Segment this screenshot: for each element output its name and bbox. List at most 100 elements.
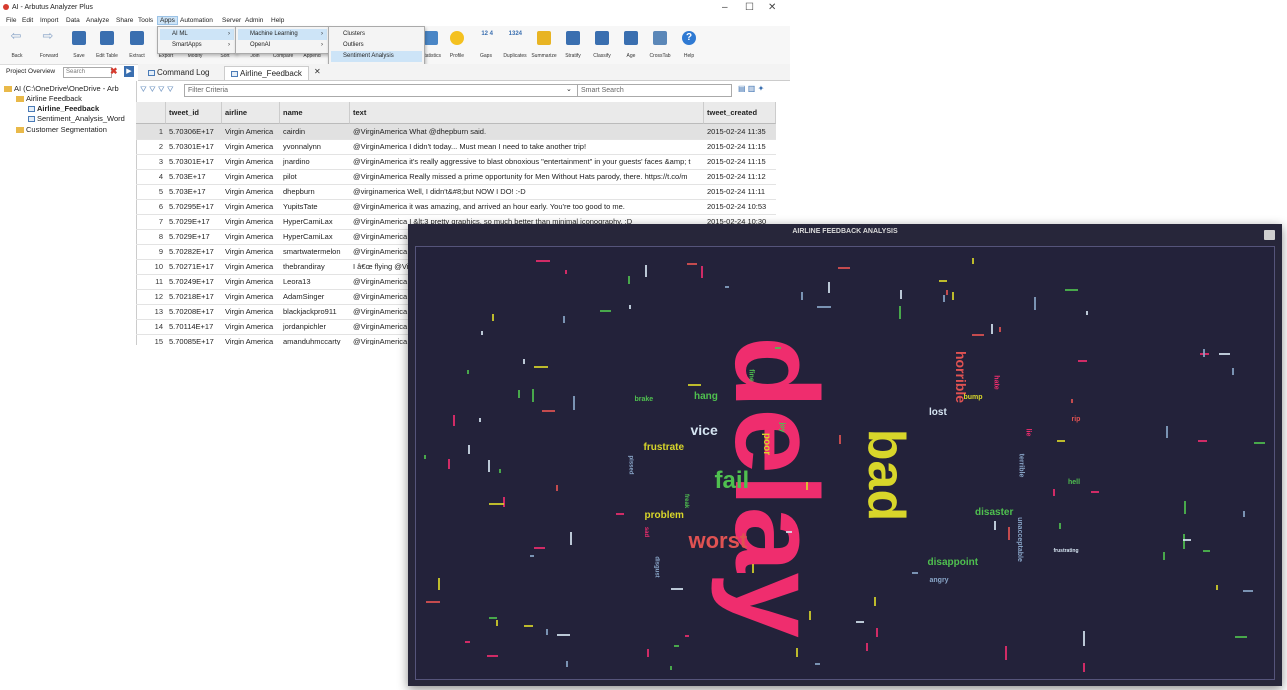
edit-table-icon (100, 31, 114, 45)
minor-word-mark (1216, 585, 1218, 590)
minor-word-mark (518, 390, 520, 398)
minor-word-mark (1065, 289, 1078, 291)
table-row[interactable]: 4 5.703E+17 Virgin America pilot @VirginAmer… (136, 169, 776, 185)
project-search-input[interactable]: Search (63, 67, 112, 78)
profile-button[interactable]: Profile (442, 26, 472, 64)
statistics-icon (424, 31, 438, 45)
minor-word-mark (674, 645, 679, 647)
menu-item-openai[interactable]: OpenAI › (238, 40, 327, 51)
menu-import[interactable]: Import (40, 17, 58, 24)
minor-word-mark (546, 629, 548, 635)
clear-search-icon[interactable]: ✖ (110, 66, 120, 77)
gaps-button[interactable]: 12 4 Gaps (471, 26, 501, 64)
minor-word-mark (1243, 511, 1245, 517)
word-bump: bump (963, 393, 983, 401)
extract-button[interactable]: Extract (122, 26, 152, 64)
word-terrible: terrible (1017, 453, 1025, 477)
column-header[interactable]: name (280, 102, 350, 124)
chevron-down-icon[interactable]: ⌄ (566, 85, 572, 93)
table-row[interactable]: 1 5.70306E+17 Virgin America cairdin @Virgin… (136, 124, 776, 140)
duplicates-button[interactable]: 1324 Duplicates (500, 26, 530, 64)
age-icon (624, 31, 638, 45)
table-cell: 5.703E+17 (169, 172, 206, 181)
menu-file[interactable]: File (6, 17, 16, 24)
minor-word-mark (556, 485, 558, 491)
tab-command-log[interactable]: Command Log (142, 66, 215, 79)
age-button[interactable]: Age (616, 26, 646, 64)
column-header[interactable]: tweet_id (166, 102, 222, 124)
hamburger-menu-icon[interactable] (1264, 230, 1275, 240)
column-header[interactable]: text (350, 102, 704, 124)
collapse-panel-icon[interactable]: ▶ (124, 66, 134, 77)
menu-admin[interactable]: Admin (245, 17, 263, 24)
machine-learning-menu: Clusters Outliers Sentiment Analysis (328, 26, 425, 65)
filter-criteria-input[interactable]: Filter Criteria (184, 84, 583, 97)
minor-word-mark (530, 555, 534, 557)
menu-apps[interactable]: Apps (157, 16, 178, 25)
tab-airline-feedback[interactable]: Airline_Feedback (224, 66, 309, 80)
menu-edit[interactable]: Edit (22, 17, 33, 24)
table-row[interactable]: 6 5.70295E+17 Virgin America YupitsTate @Vir… (136, 199, 776, 215)
smart-search-input[interactable]: Smart Search (577, 84, 732, 97)
menu-item-machine-learning[interactable]: Machine Learning › (238, 29, 327, 40)
stratify-button[interactable]: Stratify (558, 26, 588, 64)
row-number: 2 (158, 142, 163, 151)
menu-server[interactable]: Server (222, 17, 241, 24)
menu-data[interactable]: Data (66, 17, 80, 24)
word-worst: worst (688, 528, 748, 553)
menu-item-sentiment-analysis[interactable]: Sentiment Analysis (331, 51, 422, 62)
minor-word-mark (600, 310, 611, 312)
menu-automation[interactable]: Automation (180, 17, 213, 24)
help-button[interactable]: ? Help (674, 26, 704, 64)
close-tab-icon[interactable]: ✕ (314, 67, 321, 76)
minimize-button[interactable]: – (722, 2, 728, 13)
tree-root[interactable]: AI (C:\OneDrive\OneDrive - Arb (4, 84, 119, 93)
table-cell: @VirginAmerica it was amazing, and arriv… (353, 202, 625, 211)
minor-word-mark (438, 578, 440, 590)
close-window-button[interactable]: ✕ (768, 2, 776, 13)
filter-icons[interactable]: ⛛ ⛛ ⛛ ⛛ (140, 85, 174, 95)
table-icon (231, 70, 238, 77)
minor-word-mark (487, 655, 498, 657)
row-number: 9 (158, 247, 163, 256)
tree-table-airline-feedback[interactable]: Airline_Feedback (28, 104, 99, 113)
table-cell: Virgin America (225, 127, 274, 136)
menu-help[interactable]: Help (271, 17, 284, 24)
menu-item-ai-ml[interactable]: AI ML › (160, 29, 234, 40)
filter-row: ⛛ ⛛ ⛛ ⛛ Filter Criteria ⌄ Smart Search ▤… (136, 82, 790, 98)
table-row[interactable]: 2 5.70301E+17 Virgin America yvonnalynn @Vir… (136, 139, 776, 155)
minor-word-mark (1219, 353, 1230, 355)
crosstab-button[interactable]: CrossTab (645, 26, 675, 64)
minor-word-mark (786, 531, 792, 533)
menu-item-clusters[interactable]: Clusters (331, 29, 422, 40)
table-cell: @VirginAmerica Really missed a prime opp… (353, 172, 688, 181)
tree-folder-customer-segmentation[interactable]: Customer Segmentation (16, 125, 107, 134)
menu-item-outliers[interactable]: Outliers (331, 40, 422, 51)
minor-word-mark (1008, 527, 1010, 540)
menu-tools[interactable]: Tools (138, 17, 153, 24)
table-row[interactable]: 5 5.703E+17 Virgin America dhepburn @virgina… (136, 184, 776, 200)
maximize-button[interactable]: ☐ (745, 2, 754, 13)
minor-word-mark (912, 572, 918, 574)
classify-button[interactable]: Classify (587, 26, 617, 64)
back-button[interactable]: ⇦ Back (2, 26, 32, 64)
view-icons[interactable]: ▤ ▥ ✦ (738, 84, 764, 93)
menu-item-smartapps[interactable]: SmartApps › (160, 40, 234, 51)
minor-word-mark (796, 648, 798, 657)
word-problem: problem (644, 510, 684, 521)
minor-word-mark (685, 635, 689, 637)
column-header[interactable]: tweet_created (704, 102, 776, 124)
menu-analyze[interactable]: Analyze (86, 17, 109, 24)
menu-share[interactable]: Share (116, 17, 133, 24)
edit-table-button[interactable]: Edit Table (92, 26, 122, 64)
tree-table-sentiment[interactable]: Sentiment_Analysis_Word (28, 114, 125, 123)
summarize-button[interactable]: Summarize (529, 26, 559, 64)
table-row[interactable]: 3 5.70301E+17 Virgin America jnardino @Virgi… (136, 154, 776, 170)
tree-folder-airline-feedback[interactable]: Airline Feedback (16, 94, 82, 103)
table-cell: Virgin America (225, 277, 274, 286)
minor-word-mark (1057, 440, 1065, 442)
save-button[interactable]: Save (64, 26, 94, 64)
forward-button[interactable]: ⇨ Forward (34, 26, 64, 64)
column-header[interactable]: airline (222, 102, 280, 124)
minor-word-mark (1059, 523, 1061, 529)
